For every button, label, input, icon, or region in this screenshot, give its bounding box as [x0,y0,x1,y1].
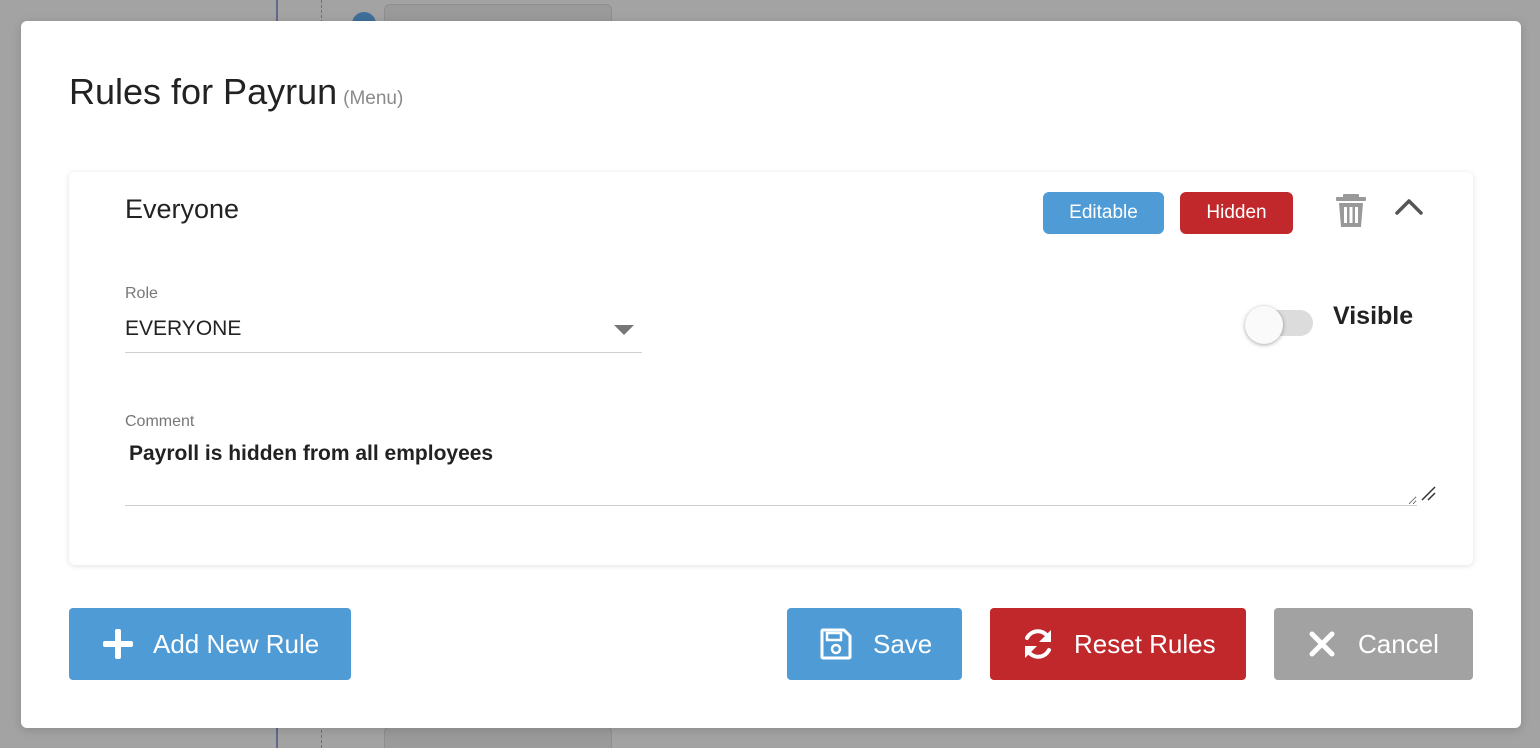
modal-subtitle: (Menu) [343,88,404,109]
modal-title-text: Rules for Payrun [69,71,338,112]
visible-toggle[interactable] [1245,306,1317,344]
reset-rules-label: Reset Rules [1074,628,1216,659]
visible-toggle-label: Visible [1333,302,1414,330]
add-new-rule-label: Add New Rule [153,628,320,659]
rules-modal: Rules for Payrun (Menu) Everyone Editable… [21,21,1521,728]
modal-title: Rules for Payrun (Menu) [69,71,403,113]
editable-badge: Editable [1043,192,1164,234]
floppy-disk-icon [820,628,852,660]
comment-label: Comment [125,413,195,430]
background-page-item [384,726,612,748]
chevron-up-icon [1395,199,1423,215]
role-label: Role [125,285,158,302]
delete-rule-button[interactable] [1333,192,1369,228]
cancel-label: Cancel [1358,628,1439,659]
comment-textarea[interactable]: Payroll is hidden from all employees [125,438,1417,506]
add-new-rule-button[interactable]: Add New Rule [69,608,351,680]
close-icon [1309,631,1335,657]
save-label: Save [873,628,933,659]
rule-card: Everyone Editable Hidden Role EVERYONE V… [69,172,1473,565]
save-button[interactable]: Save [787,608,962,680]
role-select[interactable]: EVERYONE [125,312,642,353]
trash-icon [1336,194,1366,227]
caret-down-icon [614,325,634,335]
collapse-rule-button[interactable] [1393,194,1425,218]
plus-icon [103,629,133,659]
rule-card-title: Everyone [125,194,240,224]
role-select-value: EVERYONE [125,317,242,340]
resize-handle-icon[interactable] [1419,484,1437,502]
toggle-knob [1245,306,1283,344]
refresh-icon [1025,629,1051,659]
cancel-button[interactable]: Cancel [1274,608,1473,680]
reset-rules-button[interactable]: Reset Rules [990,608,1246,680]
hidden-badge: Hidden [1180,192,1293,234]
